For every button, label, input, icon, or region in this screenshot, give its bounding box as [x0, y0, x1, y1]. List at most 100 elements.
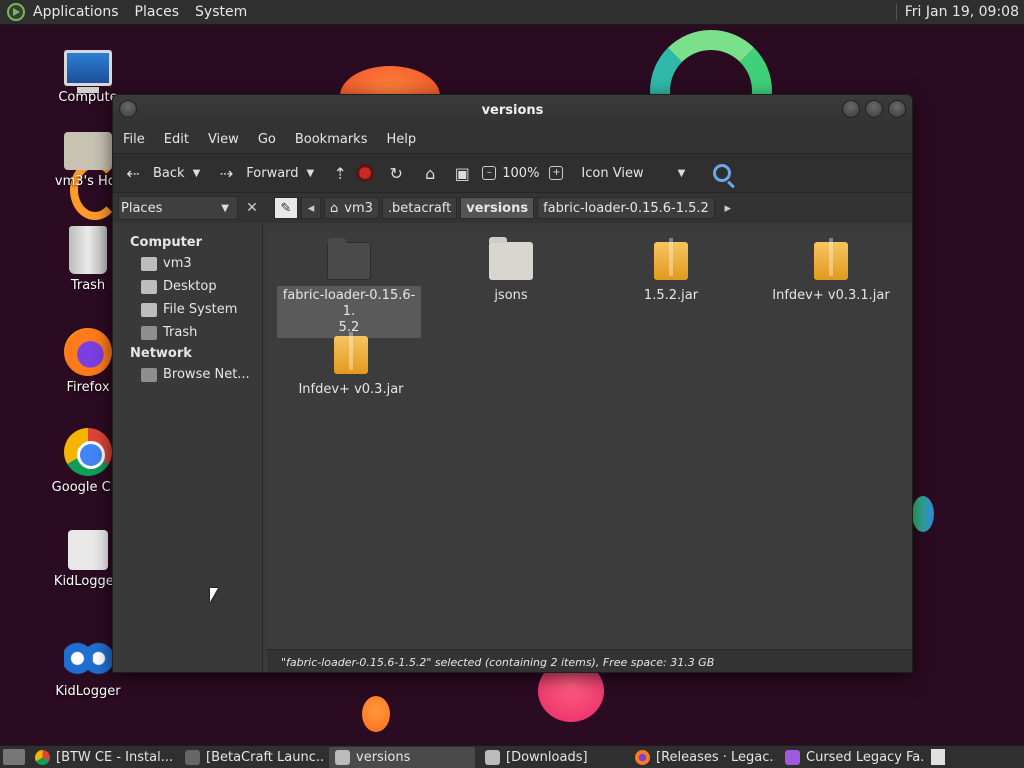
- places-sidebar: Computer vm3 Desktop File System Trash N…: [113, 225, 263, 672]
- folder-icon: [335, 749, 350, 765]
- task-label: [BetaCraft Launc...: [206, 749, 325, 765]
- kidlogger-app-icon: [68, 530, 108, 570]
- breadcrumb-scroll-right-icon[interactable]: ▸: [718, 197, 738, 219]
- panel-clock[interactable]: Fri Jan 19, 09:08: [895, 4, 1024, 20]
- sidebar-header-computer: Computer: [130, 235, 203, 250]
- zoom-out-icon[interactable]: –: [482, 166, 497, 180]
- task-betacraft[interactable]: [BetaCraft Launc...: [179, 747, 325, 768]
- view-mode-select[interactable]: Icon View ▼: [577, 166, 685, 181]
- task-versions[interactable]: versions: [329, 746, 475, 768]
- window-menu-button[interactable]: [119, 100, 137, 118]
- menu-go[interactable]: Go: [258, 132, 285, 147]
- back-button[interactable]: ⇠ Back ▼: [121, 164, 200, 183]
- breadcrumb-label: vm3: [344, 200, 373, 216]
- kidlogger-binoculars-icon: [64, 632, 112, 680]
- file-item-1-5-2-jar[interactable]: 1.5.2.jar: [599, 238, 743, 306]
- task-label: [Releases · Legac...: [656, 749, 775, 765]
- task-downloads[interactable]: [Downloads]: [479, 747, 625, 768]
- toolbar: ⇠ Back ▼ ⇢ Forward ▼ ⇡ ↻ ⌂ ▣ – 100% + Ic…: [113, 153, 912, 193]
- wallpaper-shape: [912, 496, 934, 532]
- back-arrow-icon: ⇠: [126, 163, 140, 183]
- folder-icon: [485, 749, 500, 765]
- top-panel: Applications Places System Fri Jan 19, 0…: [0, 0, 1024, 25]
- menu-file[interactable]: File: [123, 132, 154, 147]
- file-item-jsons[interactable]: jsons: [439, 237, 583, 306]
- file-item-fabric-loader[interactable]: fabric-loader-0.15.6-1. 5.2: [277, 238, 421, 338]
- java-icon: [185, 749, 200, 765]
- menu-help[interactable]: Help: [386, 132, 425, 147]
- stop-icon[interactable]: [356, 164, 375, 182]
- desktop-folder-icon: [141, 279, 157, 294]
- zoom-in-icon[interactable]: +: [549, 166, 564, 180]
- breadcrumb-scroll-left-icon[interactable]: ◂: [301, 197, 321, 219]
- workspace-switcher[interactable]: [931, 749, 945, 765]
- breadcrumb: ✎ ◂ ⌂ vm3 .betacraft versions fabric-loa…: [274, 197, 741, 219]
- task-cursed-legacy[interactable]: Cursed Legacy Fa...: [779, 747, 925, 768]
- search-icon[interactable]: [713, 164, 732, 182]
- computer-icon[interactable]: ▣: [450, 164, 474, 183]
- side-pane-selector[interactable]: Places ▼: [118, 196, 238, 220]
- forward-arrow-icon: ⇢: [219, 163, 233, 183]
- file-label: Infdev+ v0.3.jar: [298, 382, 404, 397]
- window-titlebar[interactable]: versions: [113, 95, 912, 125]
- jar-archive-icon: [654, 238, 688, 280]
- wallpaper-shape: [362, 696, 390, 732]
- file-manager-window: versions File Edit View Go Bookmarks Hel…: [112, 94, 913, 673]
- sidebar-item-trash[interactable]: Trash: [113, 321, 262, 344]
- back-history-dropdown-icon[interactable]: ▼: [193, 168, 201, 179]
- breadcrumb-item-versions[interactable]: versions: [460, 197, 535, 219]
- chevron-down-icon: ▼: [677, 167, 686, 179]
- forward-history-dropdown-icon[interactable]: ▼: [307, 168, 315, 179]
- sidebar-item-vm3[interactable]: vm3: [113, 252, 262, 275]
- file-label: 1.5.2.jar: [643, 288, 699, 303]
- home-folder-icon: [64, 132, 112, 170]
- breadcrumb-label: .betacraft: [387, 200, 452, 216]
- jar-archive-icon: [814, 238, 848, 280]
- sidebar-item-browse-network[interactable]: Browse Net...: [113, 363, 262, 386]
- distro-logo-icon[interactable]: [7, 3, 25, 21]
- menubar: File Edit View Go Bookmarks Help: [113, 125, 912, 153]
- forward-button[interactable]: ⇢ Forward ▼: [214, 163, 315, 183]
- close-side-pane-icon[interactable]: ✕: [242, 196, 262, 220]
- system-menu[interactable]: System: [187, 4, 255, 20]
- file-label: fabric-loader-0.15.6-1. 5.2: [277, 286, 421, 338]
- file-item-infdev-v031-jar[interactable]: Infdev+ v0.3.1.jar: [759, 238, 903, 306]
- up-arrow-icon[interactable]: ⇡: [328, 164, 352, 183]
- zoom-control: – 100% +: [482, 166, 569, 181]
- breadcrumb-item-fabric-loader[interactable]: fabric-loader-0.15.6-1.5.2: [537, 197, 715, 219]
- maximize-button[interactable]: [865, 100, 883, 118]
- menu-bookmarks[interactable]: Bookmarks: [295, 132, 377, 147]
- breadcrumb-item-vm3[interactable]: ⌂ vm3: [324, 197, 379, 219]
- file-label: Infdev+ v0.3.1.jar: [772, 288, 890, 303]
- breadcrumb-item-betacraft[interactable]: .betacraft: [381, 197, 458, 219]
- minimize-button[interactable]: [842, 100, 860, 118]
- chrome-icon: [35, 749, 50, 765]
- show-desktop-icon[interactable]: [3, 749, 25, 765]
- menu-edit[interactable]: Edit: [164, 132, 198, 147]
- visual-studio-icon: [785, 749, 800, 765]
- reload-icon[interactable]: ↻: [384, 164, 408, 183]
- status-bar: "fabric-loader-0.15.6-1.5.2" selected (c…: [267, 649, 912, 672]
- applications-menu[interactable]: Applications: [31, 4, 127, 20]
- location-bar: Places ▼ ✕ ✎ ◂ ⌂ vm3 .betacraft versions…: [113, 193, 912, 223]
- edit-location-icon[interactable]: ✎: [274, 197, 298, 219]
- task-btw-ce[interactable]: [BTW CE - Instal...: [29, 747, 175, 768]
- status-text: "fabric-loader-0.15.6-1.5.2" selected (c…: [281, 655, 715, 669]
- menu-view[interactable]: View: [208, 132, 248, 147]
- trash-icon: [69, 226, 107, 274]
- breadcrumb-label: fabric-loader-0.15.6-1.5.2: [543, 200, 709, 216]
- breadcrumb-label: versions: [466, 200, 529, 216]
- file-icon-view[interactable]: fabric-loader-0.15.6-1. 5.2 jsons 1.5.2.…: [267, 232, 912, 649]
- places-menu[interactable]: Places: [127, 4, 188, 20]
- folder-icon: [489, 237, 533, 280]
- computer-icon: [64, 50, 112, 93]
- file-item-infdev-v03-jar[interactable]: Infdev+ v0.3.jar: [279, 332, 423, 400]
- home-icon[interactable]: ⌂: [418, 164, 442, 183]
- sidebar-item-desktop[interactable]: Desktop: [113, 275, 262, 298]
- sidebar-item-file-system[interactable]: File System: [113, 298, 262, 321]
- mouse-pointer-icon: [210, 588, 218, 602]
- side-pane-selector-label: Places: [121, 200, 163, 216]
- firefox-icon: [635, 749, 650, 765]
- task-releases[interactable]: [Releases · Legac...: [629, 747, 775, 768]
- close-button[interactable]: [888, 100, 906, 118]
